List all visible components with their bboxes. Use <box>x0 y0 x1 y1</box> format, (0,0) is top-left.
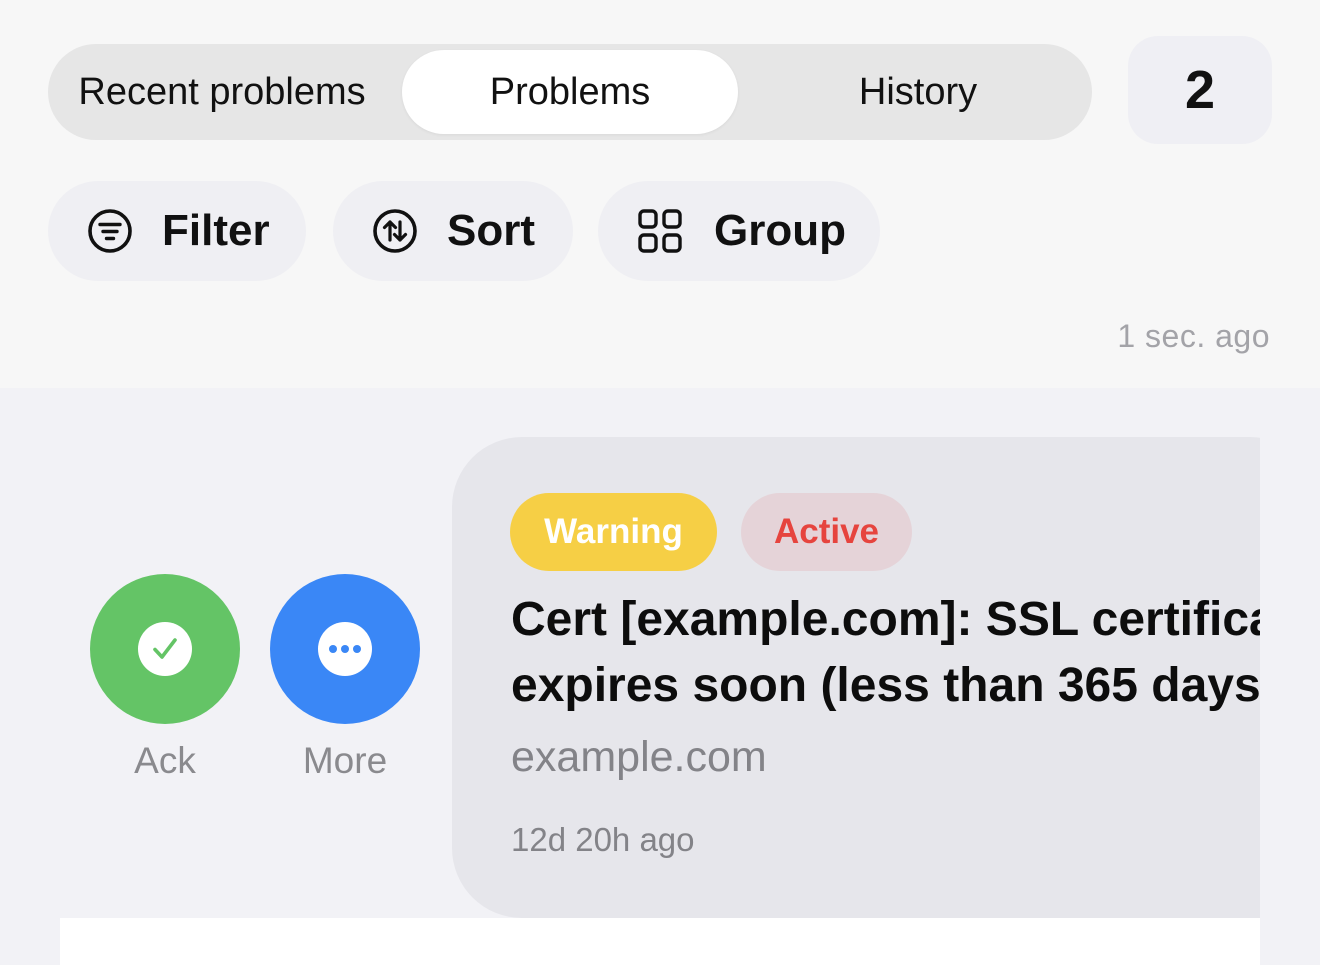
next-list-row[interactable] <box>60 918 1260 965</box>
more-action-circle[interactable] <box>270 574 420 724</box>
checkmark-icon <box>138 622 192 676</box>
more-action-label: More <box>302 740 388 781</box>
ack-action-label: Ack <box>134 740 196 781</box>
tab-recent-problems[interactable]: Recent problems <box>48 50 396 134</box>
sort-label: Sort <box>447 206 535 255</box>
ack-action-circle[interactable] <box>90 574 240 724</box>
problem-host: example.com <box>511 733 767 781</box>
problem-count-badge[interactable]: 2 <box>1128 36 1272 144</box>
sort-button[interactable]: Sort <box>333 181 573 281</box>
problem-card[interactable]: Warning Active Cert [example.com]: SSL c… <box>452 437 1320 918</box>
filter-label: Filter <box>162 206 270 255</box>
tab-history[interactable]: History <box>748 50 1088 134</box>
ellipsis-icon <box>318 622 372 676</box>
group-button[interactable]: Group <box>598 181 880 281</box>
group-label: Group <box>714 206 846 255</box>
problem-age: 12d 20h ago <box>511 821 695 858</box>
more-action-button[interactable]: More <box>270 574 420 782</box>
sort-arrows-circle-icon <box>371 207 419 255</box>
grid-icon <box>636 207 684 255</box>
tab-problems[interactable]: Problems <box>402 50 738 134</box>
severity-badge: Warning <box>510 493 717 571</box>
view-segmented-control: Recent problems Problems History <box>48 44 1092 140</box>
ack-action-button[interactable]: Ack <box>90 574 240 782</box>
filter-button[interactable]: Filter <box>48 181 306 281</box>
status-badge: Active <box>741 493 912 571</box>
problem-title: Cert [example.com]: SSL certificate expi… <box>511 593 1319 712</box>
list-edge-background <box>1260 437 1320 965</box>
last-updated-text: 1 sec. ago <box>1117 318 1270 354</box>
filter-circle-icon <box>86 207 134 255</box>
